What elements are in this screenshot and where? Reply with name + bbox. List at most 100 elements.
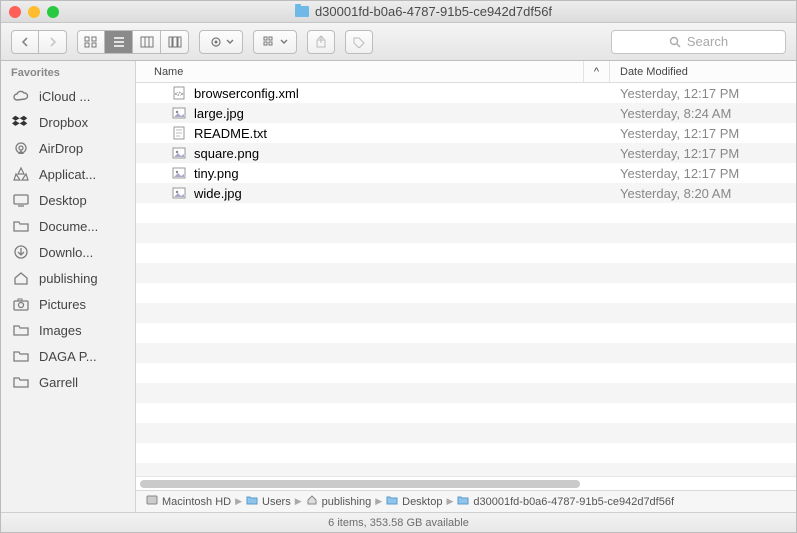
path-segment[interactable]: publishing (306, 494, 372, 509)
file-row[interactable]: README.txt Yesterday, 12:17 PM (136, 123, 796, 143)
sidebar-item-label: Docume... (39, 219, 98, 234)
close-icon[interactable] (9, 6, 21, 18)
search-field[interactable]: Search (611, 30, 786, 54)
share-button[interactable] (307, 30, 335, 54)
empty-row (136, 303, 796, 323)
empty-row (136, 363, 796, 383)
desktop-icon (11, 191, 31, 209)
file-list[interactable]: </> browserconfig.xml Yesterday, 12:17 PM l… (136, 83, 796, 476)
arrange-icon (263, 36, 277, 48)
sidebar-item-docume-[interactable]: Docume... (1, 213, 135, 239)
download-icon (11, 243, 31, 261)
sidebar-item-pictures[interactable]: Pictures (1, 291, 135, 317)
path-separator-icon: ▶ (446, 496, 453, 507)
grid-icon (84, 36, 98, 48)
path-label: Macintosh HD (162, 496, 231, 508)
file-icon (172, 126, 186, 140)
folder-icon (246, 495, 258, 508)
path-label: publishing (322, 496, 372, 508)
empty-row (136, 343, 796, 363)
file-row[interactable]: wide.jpgYesterday, 8:20 AM (136, 183, 796, 203)
file-name: square.png (194, 146, 259, 161)
path-segment[interactable]: Macintosh HD (146, 494, 231, 509)
titlebar[interactable]: d30001fd-b0a6-4787-91b5-ce942d7df56f (1, 1, 796, 23)
scrollbar-thumb[interactable] (140, 480, 580, 488)
column-header-date[interactable]: Date Modified (610, 61, 796, 82)
sidebar: Favorites iCloud ... DropboxAirDrop Applic… (1, 61, 136, 512)
file-icon (172, 166, 186, 180)
path-segment[interactable]: Users (246, 495, 291, 508)
sidebar-item-images[interactable]: Images (1, 317, 135, 343)
path-segment[interactable]: d30001fd-b0a6-4787-91b5-ce942d7df56f (457, 495, 674, 508)
minimize-icon[interactable] (28, 6, 40, 18)
home-icon (306, 494, 318, 509)
sidebar-item-applicat-[interactable]: Applicat... (1, 161, 135, 187)
gear-icon (209, 35, 223, 49)
column-sort-indicator[interactable]: ^ (584, 61, 610, 82)
action-menu-button[interactable] (199, 30, 243, 54)
sidebar-item-airdrop[interactable]: AirDrop (1, 135, 135, 161)
back-button[interactable] (11, 30, 39, 54)
coverflow-view-button[interactable] (161, 30, 189, 54)
file-name: README.txt (194, 126, 267, 141)
file-icon (172, 186, 186, 200)
column-headers: Name ^ Date Modified (136, 61, 796, 83)
main-area: Favorites iCloud ... DropboxAirDrop Applic… (1, 61, 796, 512)
sidebar-item-publishing[interactable]: publishing (1, 265, 135, 291)
file-row[interactable]: </>browserconfig.xmlYesterday, 12:17 PM (136, 83, 796, 103)
sidebar-item-icloud-[interactable]: iCloud ... (1, 83, 135, 109)
sidebar-item-garrell[interactable]: Garrell (1, 369, 135, 395)
zoom-icon[interactable] (47, 6, 59, 18)
folder-icon (11, 321, 31, 339)
window-title: d30001fd-b0a6-4787-91b5-ce942d7df56f (59, 4, 788, 19)
view-mode-buttons (77, 30, 189, 54)
file-row[interactable]: tiny.pngYesterday, 12:17 PM (136, 163, 796, 183)
horizontal-scrollbar[interactable] (136, 476, 796, 490)
folder-icon (11, 217, 31, 235)
icon-view-button[interactable] (77, 30, 105, 54)
sidebar-item-desktop[interactable]: Desktop (1, 187, 135, 213)
empty-row (136, 283, 796, 303)
tags-button[interactable] (345, 30, 373, 54)
file-row[interactable]: large.jpgYesterday, 8:24 AM (136, 103, 796, 123)
sidebar-item-dropbox[interactable]: Dropbox (1, 109, 135, 135)
tags-group (345, 30, 373, 54)
sidebar-header: Favorites (1, 61, 135, 83)
list-view-button[interactable] (105, 30, 133, 54)
empty-row (136, 403, 796, 423)
file-name: large.jpg (194, 106, 244, 121)
file-row[interactable]: square.pngYesterday, 12:17 PM (136, 143, 796, 163)
finder-window: d30001fd-b0a6-4787-91b5-ce942d7df56f (0, 0, 797, 533)
path-label: Users (262, 496, 291, 508)
home-icon (11, 269, 31, 287)
forward-button[interactable] (39, 30, 67, 54)
list-icon (112, 36, 126, 48)
columns-icon (140, 36, 154, 48)
path-segment[interactable]: Desktop (386, 495, 442, 508)
share-group (307, 30, 335, 54)
chevron-left-icon (21, 37, 30, 47)
column-header-name[interactable]: Name (136, 61, 584, 82)
file-date: Yesterday, 12:17 PM (610, 126, 796, 141)
sidebar-item-label: Desktop (39, 193, 87, 208)
sidebar-item-label: iCloud ... (39, 89, 90, 104)
camera-icon (11, 295, 31, 313)
svg-text:</>: </> (175, 92, 184, 98)
folder-icon (457, 495, 469, 508)
sidebar-item-daga-p-[interactable]: DAGA P... (1, 343, 135, 369)
empty-row (136, 443, 796, 463)
sidebar-item-label: Applicat... (39, 167, 96, 182)
file-date: Yesterday, 8:20 AM (610, 186, 796, 201)
airdrop-icon (11, 139, 31, 157)
column-view-button[interactable] (133, 30, 161, 54)
empty-row (136, 463, 796, 476)
cloud-icon (11, 87, 31, 105)
file-name: tiny.png (194, 166, 239, 181)
file-name: browserconfig.xml (194, 86, 299, 101)
empty-row (136, 223, 796, 243)
file-icon: </> (172, 86, 186, 100)
sidebar-item-downlo-[interactable]: Downlo... (1, 239, 135, 265)
arrange-button[interactable] (253, 30, 297, 54)
path-bar: Macintosh HD▶Users▶publishing▶Desktop▶d3… (136, 490, 796, 512)
sidebar-item-label: DAGA P... (39, 349, 97, 364)
